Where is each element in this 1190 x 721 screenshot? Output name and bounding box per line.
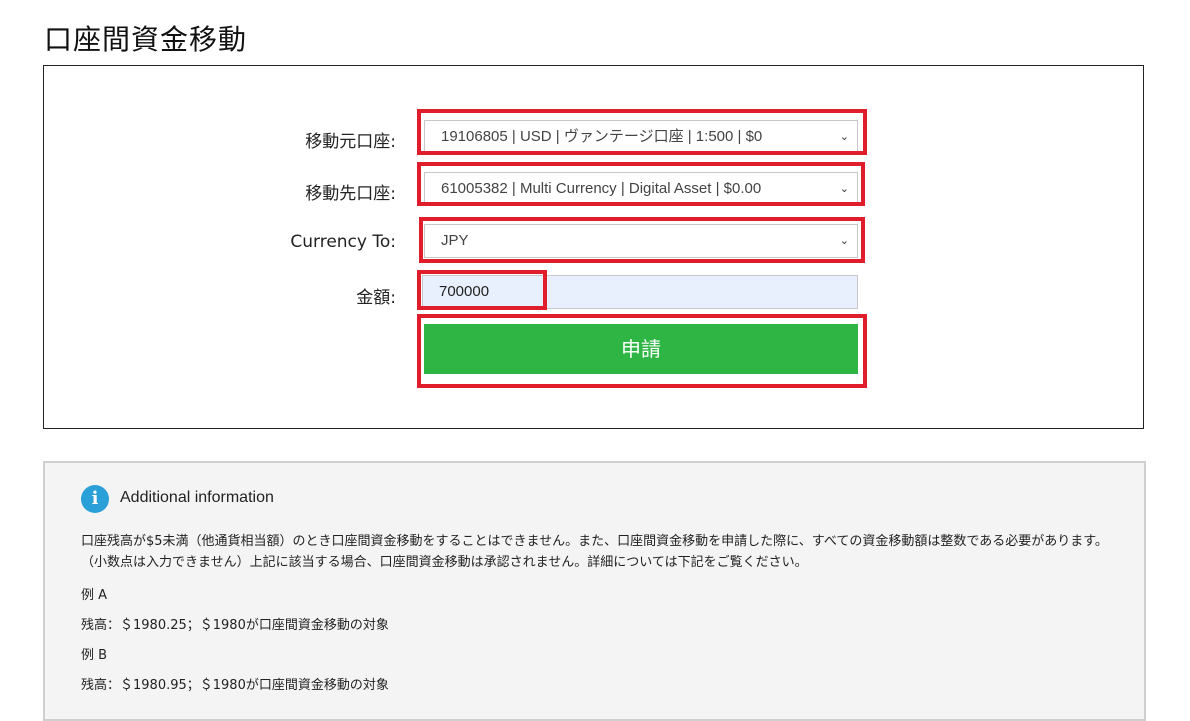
chevron-down-icon: ⌄ [839,235,849,247]
chevron-down-icon: ⌄ [839,131,849,143]
info-icon: i [81,485,109,513]
from-account-label: 移動元口座: [305,132,396,152]
submit-label: 申請 [621,337,661,361]
amount-label: 金額: [356,288,396,308]
submit-button[interactable]: 申請 [424,324,858,374]
transfer-form-panel: 移動元口座: 19106805 | USD | ヴァンテージ口座 | 1:500… [43,65,1144,429]
additional-info-panel: i Additional information 口座残高が$5未満（他通貨相当… [43,461,1146,721]
example-b-text: 残高：＄1980.95；＄1980が口座間資金移動の対象 [81,678,389,693]
page-title: 口座間資金移動 [44,23,248,56]
example-b-label: 例 B [81,648,108,663]
amount-input[interactable]: 700000 [422,275,858,309]
amount-value: 700000 [439,283,490,300]
example-a-label: 例 A [81,588,108,603]
to-account-value: 61005382 | Multi Currency | Digital Asse… [441,180,762,197]
info-title: Additional information [120,489,274,506]
currency-to-label: Currency To: [290,232,396,252]
from-account-select[interactable]: 19106805 | USD | ヴァンテージ口座 | 1:500 | $0 ⌄ [424,120,858,154]
info-paragraph: 口座残高が$5未満（他通貨相当額）のとき口座間資金移動をすることはできません。ま… [81,534,1108,570]
chevron-down-icon: ⌄ [839,183,849,195]
currency-to-select[interactable]: JPY ⌄ [424,224,858,258]
to-account-label: 移動先口座: [305,184,396,204]
example-a-text: 残高：＄1980.25；＄1980が口座間資金移動の対象 [81,618,389,633]
to-account-select[interactable]: 61005382 | Multi Currency | Digital Asse… [424,172,858,206]
currency-to-value: JPY [441,232,469,249]
from-account-value: 19106805 | USD | ヴァンテージ口座 | 1:500 | $0 [441,128,763,145]
